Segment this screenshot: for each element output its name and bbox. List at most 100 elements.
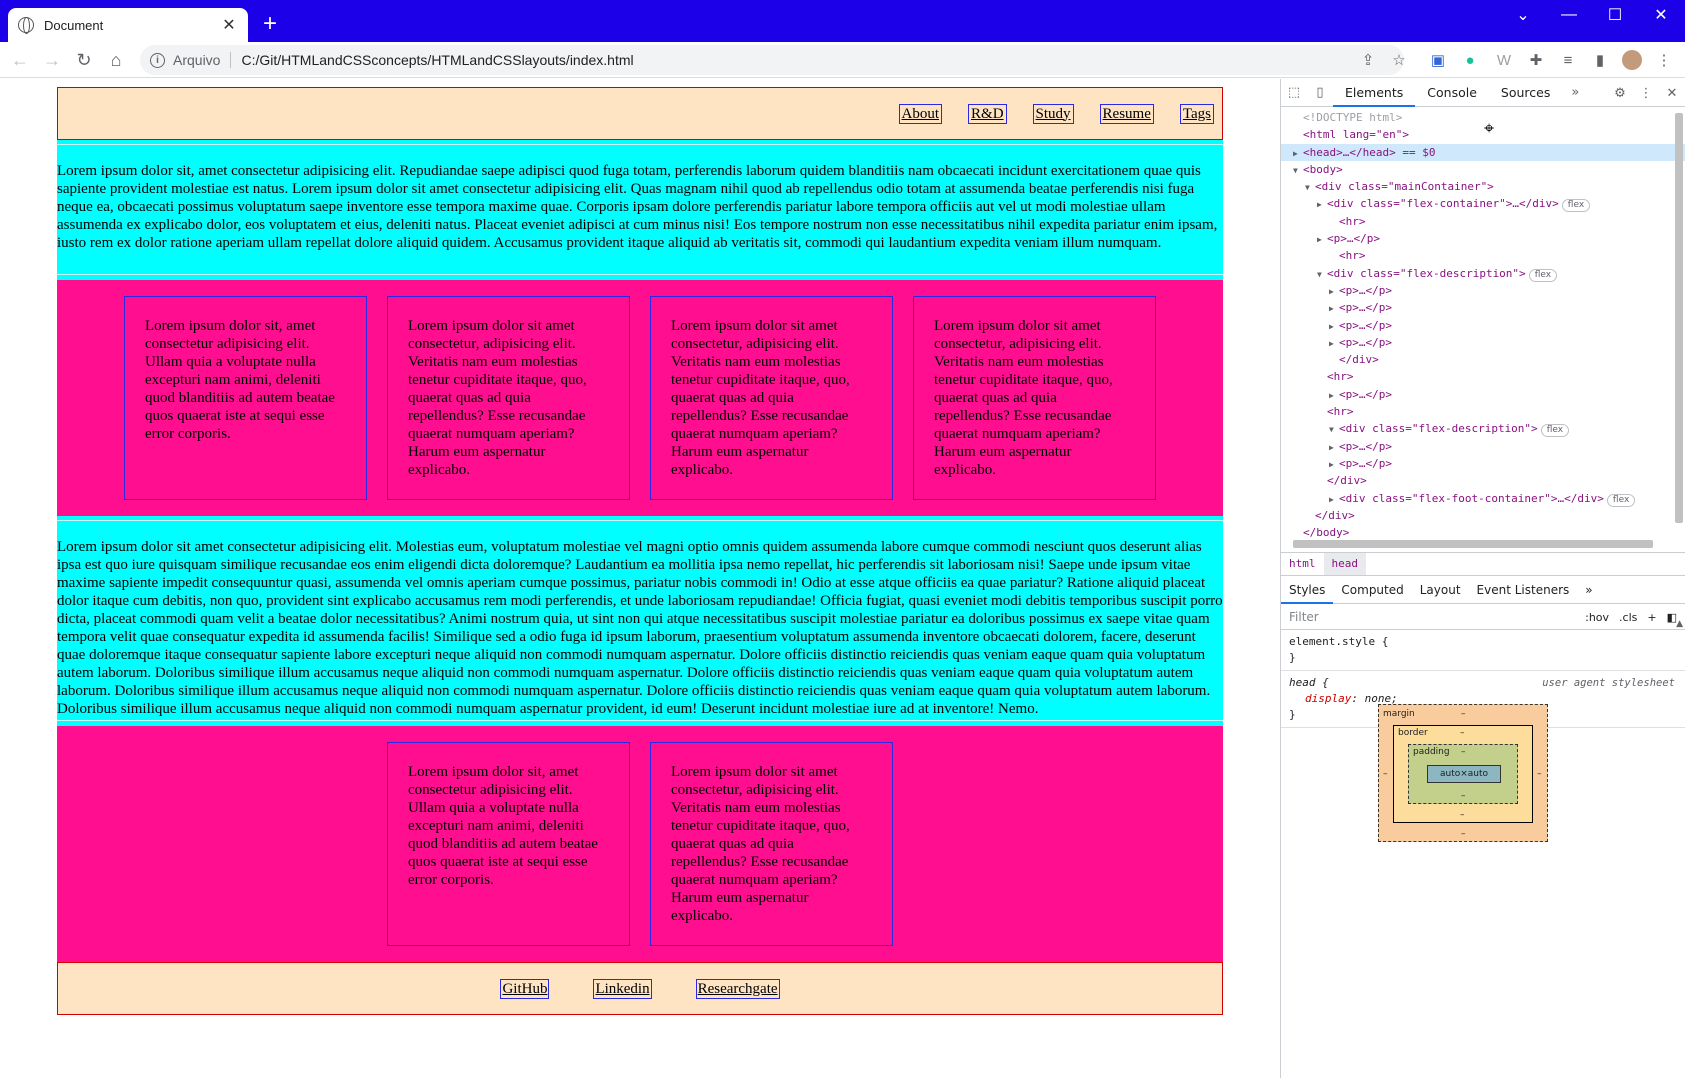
forward-icon[interactable]: → [40, 48, 64, 72]
dom-node[interactable]: ▼ <body> [1281, 161, 1685, 178]
dom-node[interactable]: ▶ <div class="flex-foot-container">…</div… [1281, 490, 1685, 507]
expand-triangle-icon[interactable]: ▼ [1317, 266, 1327, 283]
extension-icon[interactable]: W [1494, 50, 1514, 70]
chrome-menu-icon[interactable]: ⋮ [1654, 50, 1674, 70]
expand-triangle-icon[interactable]: ▶ [1317, 231, 1327, 248]
dom-node[interactable]: <hr> [1281, 247, 1685, 264]
dom-node[interactable]: ▶ <p>…</p> [1281, 438, 1685, 455]
dom-node[interactable]: <hr> [1281, 403, 1685, 420]
class-toggle[interactable]: .cls [1619, 611, 1637, 624]
expand-triangle-icon[interactable]: ▶ [1317, 196, 1327, 213]
dom-node[interactable]: <hr> [1281, 213, 1685, 230]
tab-styles[interactable]: Styles [1281, 576, 1334, 604]
nav-link-about[interactable]: About [898, 103, 943, 124]
reload-icon[interactable]: ↻ [72, 48, 96, 72]
side-panel-icon[interactable]: ▮ [1590, 50, 1610, 70]
dom-node[interactable]: </body> [1281, 524, 1685, 541]
dom-node[interactable]: ▶ <p>…</p> [1281, 299, 1685, 316]
hover-state-toggle[interactable]: :hov [1585, 611, 1609, 624]
dom-node[interactable]: </div> [1281, 472, 1685, 489]
expand-triangle-icon[interactable]: ▶ [1329, 335, 1339, 352]
tab-computed[interactable]: Computed [1333, 576, 1411, 604]
grammarly-extension-icon[interactable]: ● [1460, 50, 1480, 70]
tab-console[interactable]: Console [1415, 79, 1489, 107]
profile-avatar[interactable] [1622, 50, 1642, 70]
expand-triangle-icon[interactable]: ▶ [1329, 283, 1339, 300]
share-icon[interactable]: ⇪ [1358, 50, 1378, 70]
dom-node[interactable]: ▶ <p>…</p> [1281, 317, 1685, 334]
breadcrumb-html[interactable]: html [1281, 553, 1324, 575]
new-rule-button[interactable]: + [1647, 611, 1656, 624]
flex-badge[interactable]: flex [1606, 493, 1636, 507]
settings-gear-icon[interactable]: ⚙ [1607, 86, 1633, 101]
dom-node[interactable]: ▶ <p>…</p> [1281, 282, 1685, 299]
tab-event-listeners[interactable]: Event Listeners [1469, 576, 1578, 604]
expand-triangle-icon[interactable]: ▶ [1329, 300, 1339, 317]
footer-link-github[interactable]: GitHub [500, 978, 550, 999]
dom-node[interactable]: </div> [1281, 351, 1685, 368]
expand-triangle-icon[interactable]: ▶ [1329, 318, 1339, 335]
tab-elements[interactable]: Elements [1333, 79, 1416, 107]
close-devtools-icon[interactable]: ✕ [1659, 86, 1685, 101]
maximize-button[interactable]: ☐ [1592, 0, 1638, 30]
device-toolbar-icon[interactable]: ▯ [1307, 85, 1333, 100]
address-bar[interactable]: i Arquivo C:/Git/HTMLandCSSconcepts/HTML… [140, 45, 1404, 75]
tab-sources[interactable]: Sources [1489, 79, 1562, 107]
styles-scroll-up-icon[interactable]: ▲ [1676, 619, 1683, 629]
dom-vertical-scrollbar[interactable] [1675, 113, 1683, 523]
dom-node[interactable]: ▼ <div class="flex-description"> flex [1281, 265, 1685, 282]
expand-triangle-icon[interactable]: ▼ [1329, 421, 1339, 438]
expand-triangle-icon[interactable]: ▶ [1329, 456, 1339, 473]
dom-node[interactable]: ▶ <div class="flex-container">…</div> flex [1281, 195, 1685, 213]
footer-link-linkedin[interactable]: Linkedin [593, 978, 652, 999]
dom-node[interactable]: <html lang="en"> [1281, 126, 1685, 143]
translate-extension-icon[interactable]: ▣ [1428, 50, 1448, 70]
expand-triangle-icon[interactable]: ▶ [1293, 145, 1303, 162]
dom-node[interactable]: ▶ <p>…</p> [1281, 230, 1685, 247]
dom-node[interactable]: ▶ <p>…</p> [1281, 334, 1685, 351]
dom-node[interactable]: <!DOCTYPE html> [1281, 109, 1685, 126]
nav-link-tags[interactable]: Tags [1179, 103, 1214, 124]
home-icon[interactable]: ⌂ [104, 48, 128, 72]
expand-triangle-icon[interactable]: ▼ [1305, 179, 1315, 196]
dom-horizontal-scrollbar[interactable] [1293, 540, 1653, 548]
close-window-button[interactable]: ✕ [1638, 0, 1684, 30]
more-style-tabs-icon[interactable]: » [1577, 576, 1600, 604]
tab-close-icon[interactable]: ✕ [220, 15, 238, 35]
minimize-button[interactable]: — [1546, 0, 1592, 30]
inspect-element-icon[interactable]: ⬚ [1281, 85, 1307, 100]
style-rule-element[interactable]: element.style { } [1281, 630, 1685, 671]
expand-triangle-icon[interactable]: ▼ [1293, 162, 1303, 179]
new-tab-button[interactable]: + [258, 12, 282, 36]
dom-tree[interactable]: <!DOCTYPE html> <html lang="en"> ▶ <head>… [1281, 107, 1685, 552]
nav-link-rd[interactable]: R&D [968, 103, 1007, 124]
nav-link-study[interactable]: Study [1032, 103, 1074, 124]
expand-triangle-icon[interactable]: ▶ [1329, 439, 1339, 456]
dom-node[interactable]: ▶ <head>…</head> == $0 [1281, 143, 1685, 162]
puzzle-extensions-icon[interactable]: ✚ [1526, 50, 1546, 70]
dom-node[interactable]: <hr> [1281, 368, 1685, 385]
flex-badge[interactable]: flex [1528, 268, 1558, 282]
tab-layout[interactable]: Layout [1412, 576, 1469, 604]
breadcrumb-head[interactable]: head [1323, 553, 1366, 575]
bookmark-star-icon[interactable]: ☆ [1389, 50, 1409, 70]
dom-node[interactable]: ▶ <p>…</p> [1281, 455, 1685, 472]
flex-badge[interactable]: flex [1540, 424, 1570, 438]
back-icon[interactable]: ← [8, 48, 32, 72]
tab-search-icon[interactable]: ⌄ [1500, 0, 1546, 30]
expand-triangle-icon[interactable]: ▶ [1329, 491, 1339, 508]
filter-input[interactable]: Filter [1289, 610, 1319, 624]
devtools-menu-icon[interactable]: ⋮ [1633, 86, 1659, 101]
styles-filter[interactable]: Filter :hov .cls + ◧ [1281, 604, 1685, 630]
more-tabs-icon[interactable]: » [1562, 85, 1588, 100]
nav-link-resume[interactable]: Resume [1099, 103, 1154, 124]
footer-link-researchgate[interactable]: Researchgate [695, 978, 780, 999]
expand-triangle-icon[interactable]: ▶ [1329, 387, 1339, 404]
browser-tab[interactable]: Document ✕ [8, 8, 248, 42]
address-url[interactable]: C:/Git/HTMLandCSSconcepts/HTMLandCSSlayo… [241, 52, 633, 68]
flex-badge[interactable]: flex [1561, 199, 1591, 213]
info-icon[interactable]: i [150, 52, 165, 68]
dom-node[interactable]: ▶ <p>…</p> [1281, 386, 1685, 403]
reading-list-icon[interactable]: ≡ [1558, 50, 1578, 70]
dom-node[interactable]: ▼ <div class="mainContainer"> [1281, 178, 1685, 195]
